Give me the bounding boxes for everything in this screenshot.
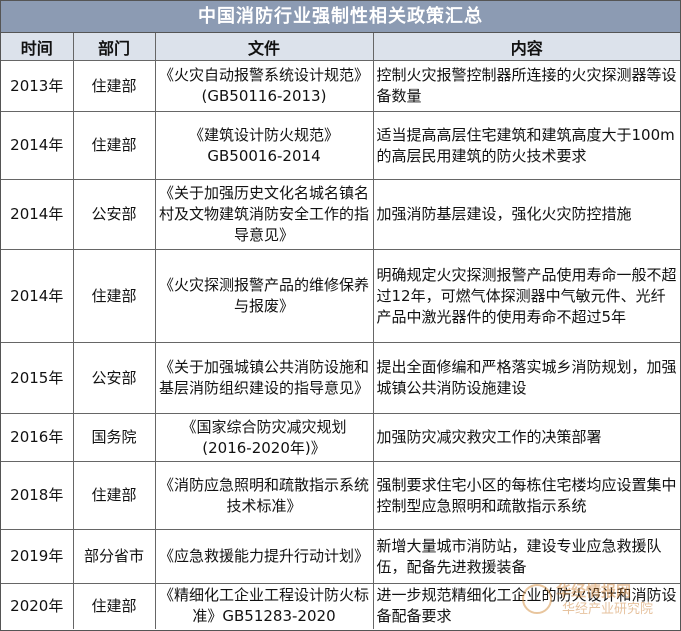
- table-row: 2014年 住建部 《火灾探测报警产品的维修保养与报废》 明确规定火灾探测报警产…: [1, 249, 680, 343]
- cell-doc: 《火灾探测报警产品的维修保养与报废》: [154, 249, 374, 343]
- table-title: 中国消防行业强制性相关政策汇总: [1, 1, 680, 33]
- cell-content: 强制要求住宅小区的每栋住宅楼均应设置集中控制型应急照明和疏散指示系统: [372, 461, 680, 530]
- cell-content: 提出全面修编和严格落实城乡消防规划，加强城镇公共消防设施建设: [372, 342, 680, 414]
- header-dept: 部门: [72, 33, 156, 61]
- cell-doc: 《建筑设计防火规范》GB50016-2014: [154, 111, 374, 180]
- cell-time: 2014年: [1, 179, 74, 250]
- cell-doc: 《精细化工企业工程设计防火标准》GB51283-2020: [154, 583, 374, 629]
- cell-doc: 《国家综合防灾减灾规划(2016-2020年)》: [154, 413, 374, 462]
- cell-dept: 公安部: [72, 179, 156, 250]
- cell-content: 加强防灾减灾救灾工作的决策部署: [372, 413, 680, 462]
- cell-dept: 公安部: [72, 342, 156, 414]
- cell-time: 2014年: [1, 111, 74, 180]
- cell-dept: 住建部: [72, 111, 156, 180]
- cell-dept: 住建部: [72, 60, 156, 112]
- cell-time: 2016年: [1, 413, 74, 462]
- policy-table: 时间 部门 文件 内容 2013年 住建部 《火灾自动报警系统设计规范》(GB5…: [1, 33, 680, 629]
- cell-content: 加强消防基层建设，强化火灾防控措施: [372, 179, 680, 250]
- cell-doc: 《火灾自动报警系统设计规范》(GB50116-2013): [154, 60, 374, 112]
- cell-doc: 《关于加强城镇公共消防设施和基层消防组织建设的指导意见》: [154, 342, 374, 414]
- cell-doc: 《消防应急照明和疏散指示系统技术标准》: [154, 461, 374, 530]
- watermark-logo-icon: [522, 584, 552, 614]
- cell-content: 控制火灾报警控制器所连接的火灾探测器等设备数量: [372, 60, 680, 112]
- cell-dept: 住建部: [72, 583, 156, 629]
- table-row: 2019年 部分省市 《应急救援能力提升行动计划》 新增大量城市消防站，建设专业…: [1, 529, 680, 584]
- cell-dept: 住建部: [72, 249, 156, 343]
- cell-time: 2013年: [1, 60, 74, 112]
- table-row: 2016年 国务院 《国家综合防灾减灾规划(2016-2020年)》 加强防灾减…: [1, 413, 680, 462]
- cell-doc: 《关于加强历史文化名城名镇名村及文物建筑消防安全工作的指导意见》: [154, 179, 374, 250]
- cell-dept: 国务院: [72, 413, 156, 462]
- cell-dept: 住建部: [72, 461, 156, 530]
- cell-dept: 部分省市: [72, 529, 156, 584]
- watermark: 华经情报网 华经产业研究院: [522, 580, 672, 617]
- cell-content: 适当提高高层住宅建筑和建筑高度大于100m的高层民用建筑的防火技术要求: [372, 111, 680, 180]
- table-row: 2015年 公安部 《关于加强城镇公共消防设施和基层消防组织建设的指导意见》 提…: [1, 342, 680, 414]
- header-content: 内容: [372, 33, 680, 61]
- cell-content: 明确规定火灾探测报警产品使用寿命一般不超过12年，可燃气体探测器中气敏元件、光纤…: [372, 249, 680, 343]
- watermark-line2: 华经产业研究院: [562, 602, 654, 617]
- cell-content: 新增大量城市消防站，建设专业应急救援队伍，配备先进救援装备: [372, 529, 680, 584]
- cell-time: 2015年: [1, 342, 74, 414]
- table-row: 2013年 住建部 《火灾自动报警系统设计规范》(GB50116-2013) 控…: [1, 60, 680, 112]
- cell-time: 2014年: [1, 249, 74, 343]
- table-row: 2018年 住建部 《消防应急照明和疏散指示系统技术标准》 强制要求住宅小区的每…: [1, 461, 680, 530]
- cell-time: 2018年: [1, 461, 74, 530]
- policy-table-container: 中国消防行业强制性相关政策汇总 时间 部门 文件 内容 2013年 住建部 《火…: [0, 0, 681, 631]
- cell-time: 2020年: [1, 583, 74, 629]
- cell-time: 2019年: [1, 529, 74, 584]
- table-row: 2014年 住建部 《建筑设计防火规范》GB50016-2014 适当提高高层住…: [1, 111, 680, 180]
- header-row: 时间 部门 文件 内容: [1, 33, 680, 61]
- table-row: 2014年 公安部 《关于加强历史文化名城名镇名村及文物建筑消防安全工作的指导意…: [1, 179, 680, 250]
- header-time: 时间: [1, 33, 74, 61]
- cell-doc: 《应急救援能力提升行动计划》: [154, 529, 374, 584]
- header-doc: 文件: [154, 33, 374, 61]
